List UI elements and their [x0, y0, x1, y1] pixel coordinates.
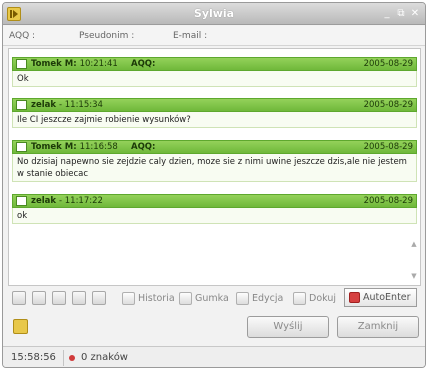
message-time: - 11:17:22	[58, 196, 103, 206]
dock-button[interactable]: Dokuj	[293, 289, 336, 307]
message-sender: Tomek M:	[31, 59, 77, 69]
status-dot-icon	[69, 355, 75, 361]
app-icon-small[interactable]	[13, 319, 28, 334]
window-title: Sylwia	[193, 7, 235, 20]
message-sender: Tomek M:	[31, 142, 77, 152]
close-icon[interactable]: ✕	[409, 8, 421, 20]
nickname-label: Pseudonim :	[79, 31, 135, 41]
restore-icon[interactable]: ⧉	[395, 8, 407, 20]
status-time: 15:58:56	[11, 352, 56, 363]
minimize-icon[interactable]: _	[381, 8, 393, 20]
toolbar: Historia Gumka Edycja Dokuj AutoEnter	[8, 288, 421, 308]
send-button[interactable]: Wyślij	[247, 316, 329, 338]
emoticons-icon[interactable]	[12, 291, 26, 305]
eraser-button[interactable]: Gumka	[179, 289, 229, 307]
document-icon[interactable]	[92, 291, 106, 305]
eraser-icon	[179, 291, 192, 305]
message-sender: zelak	[31, 196, 57, 206]
chat-window: Sylwia _ ⧉ ✕ AQQ : Pseudonim : E-mail : …	[2, 2, 426, 368]
char-count: 0 znaków	[81, 352, 128, 363]
play-icon[interactable]	[72, 291, 86, 305]
history-icon	[122, 291, 135, 305]
title-bar[interactable]: Sylwia _ ⧉ ✕	[3, 3, 425, 25]
message-date: 2005-08-29	[363, 100, 413, 110]
message-header: Tomek M: 10:21:41 AQQ: 2005-08-29	[12, 57, 417, 71]
edit-button[interactable]: Edycja	[236, 289, 283, 307]
message-text: Ile CI jeszcze zajmie robienie wysunków?	[12, 112, 417, 128]
status-bar: 15:58:56 0 znaków	[3, 346, 425, 367]
history-button[interactable]: Historia	[122, 289, 175, 307]
edit-icon	[236, 291, 249, 305]
message-header: zelak - 11:17:22 2005-08-29	[12, 194, 417, 208]
close-button[interactable]: Zamknij	[337, 316, 419, 338]
send-file-icon[interactable]	[52, 291, 66, 305]
message-text: ok	[12, 208, 417, 224]
message-protocol: AQQ:	[131, 59, 156, 69]
scroll-down-icon[interactable]: ▼	[409, 271, 419, 281]
message-history[interactable]: Tomek M: 10:21:41 AQQ: 2005-08-29 Ok zel…	[8, 48, 421, 286]
scrollbar[interactable]: ▲ ▼	[409, 239, 419, 283]
message-time: 10:21:41	[79, 59, 118, 69]
message-time: - 11:15:34	[58, 100, 103, 110]
dock-icon	[293, 291, 306, 305]
action-row: Wyślij Zamknij	[3, 311, 425, 343]
scroll-up-icon[interactable]: ▲	[409, 239, 419, 249]
autoenter-toggle[interactable]: AutoEnter	[344, 288, 417, 307]
message-protocol: AQQ:	[131, 142, 156, 152]
incoming-message-icon	[16, 100, 27, 110]
incoming-message-icon	[16, 196, 27, 206]
text-style-icon[interactable]	[32, 291, 46, 305]
message-header: zelak - 11:15:34 2005-08-29	[12, 98, 417, 112]
message-header: Tomek M: 11:16:58 AQQ: 2005-08-29	[12, 140, 417, 154]
message-time: 11:16:58	[79, 142, 118, 152]
aqq-label: AQQ :	[9, 31, 36, 41]
message-date: 2005-08-29	[363, 196, 413, 206]
message-date: 2005-08-29	[363, 59, 413, 69]
autoenter-icon	[349, 292, 360, 303]
contact-info-bar: AQQ : Pseudonim : E-mail :	[3, 26, 425, 46]
email-label: E-mail :	[173, 31, 208, 41]
message-text: Ok	[12, 71, 417, 87]
outgoing-message-icon	[16, 142, 27, 152]
status-divider	[63, 350, 64, 366]
message-text: No dzisiaj napewno sie zejdzie caly dzie…	[12, 154, 417, 182]
message-sender: zelak	[31, 100, 57, 110]
message-date: 2005-08-29	[363, 142, 413, 152]
outgoing-message-icon	[16, 59, 27, 69]
